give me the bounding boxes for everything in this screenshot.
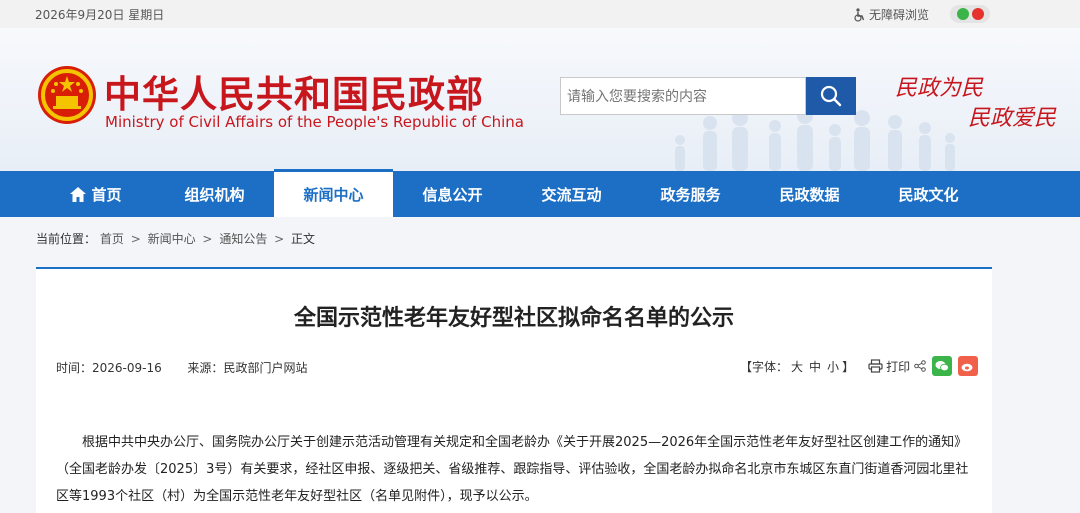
article-meta: 时间：2026-09-16 来源：民政部门户网站: [56, 359, 307, 376]
nav-home-label: 首页: [91, 185, 122, 204]
publish-time-value: 2026-09-16: [92, 361, 162, 375]
current-date: 2026年9月20日 星期日: [35, 8, 165, 22]
nav-organization-label: 组织机构: [184, 185, 245, 204]
breadcrumb-separator: >: [274, 232, 285, 246]
breadcrumb-news-center[interactable]: 新闻中心: [148, 232, 196, 246]
top-utility-bar: 2026年9月20日 星期日 无障碍浏览: [0, 0, 1080, 28]
national-emblem-icon: [38, 66, 96, 124]
breadcrumb-current: 正文: [291, 232, 316, 246]
breadcrumb-separator: >: [130, 232, 141, 246]
accessibility-link[interactable]: 无障碍浏览: [852, 6, 929, 23]
breadcrumb-prefix: 当前位置：: [36, 232, 97, 246]
nav-home[interactable]: 首页: [36, 171, 155, 217]
accessibility-label: 无障碍浏览: [869, 8, 930, 22]
nav-civil-culture[interactable]: 民政文化: [869, 171, 988, 217]
font-size-small[interactable]: 小: [827, 358, 839, 375]
search-input[interactable]: [560, 77, 806, 115]
share-icon[interactable]: [914, 360, 926, 372]
breadcrumb-home[interactable]: 首页: [100, 232, 124, 246]
article-tools: 【字体： 大 中 小 】 打印: [740, 356, 979, 376]
home-icon: [70, 186, 87, 202]
search-button[interactable]: [806, 77, 856, 115]
nav-news-center[interactable]: 新闻中心: [274, 169, 393, 217]
source-value: 民政部门户网站: [223, 361, 308, 375]
nav-information-disclosure[interactable]: 信息公开: [393, 171, 512, 217]
wechat-icon[interactable]: [956, 8, 969, 20]
nav-news-center-label: 新闻中心: [303, 186, 364, 204]
source-label: 来源：: [187, 361, 224, 375]
site-header: 中华人民共和国民政部 Ministry of Civil Affairs of …: [0, 28, 1080, 171]
nav-civil-data[interactable]: 民政数据: [750, 171, 869, 217]
font-size-medium[interactable]: 中: [809, 358, 821, 375]
nav-services-label: 政务服务: [660, 185, 721, 204]
nav-organization[interactable]: 组织机构: [155, 171, 274, 217]
ministry-title-cn: 中华人民共和国民政部: [104, 73, 484, 116]
breadcrumb-notices[interactable]: 通知公告: [219, 232, 267, 246]
article-title: 全国示范性老年友好型社区拟命名名单的公示: [293, 306, 734, 331]
search-icon: [820, 85, 842, 107]
share-group: [914, 356, 979, 376]
nav-data-label: 民政数据: [779, 185, 840, 204]
slogan-serve-people: 民政为民: [895, 76, 984, 101]
article-container: 全国示范性老年友好型社区拟命名名单的公示 时间：2026-09-16 来源：民政…: [36, 269, 992, 513]
wheelchair-icon: [854, 7, 865, 22]
print-button[interactable]: 打印: [868, 358, 910, 375]
publish-time-label: 时间：: [56, 361, 93, 375]
font-size-label: 【字体：: [740, 359, 789, 374]
nav-interaction-label: 交流互动: [541, 185, 602, 204]
print-label: 打印: [886, 359, 911, 374]
font-size-close: 】: [842, 359, 855, 374]
breadcrumb-separator: >: [202, 232, 213, 246]
nav-interaction[interactable]: 交流互动: [512, 171, 631, 217]
nav-government-services[interactable]: 政务服务: [631, 171, 750, 217]
slogan-love-people: 民政爱民: [968, 106, 1057, 131]
wechat-share-icon[interactable]: [932, 356, 953, 376]
article-body-paragraph: 根据中共中央办公厅、国务院办公厅关于创建示范活动管理有关规定和全国老龄办《关于开…: [56, 435, 969, 504]
nav-culture-label: 民政文化: [898, 185, 959, 204]
ministry-title-en: Ministry of Civil Affairs of the People'…: [105, 113, 524, 131]
weibo-icon[interactable]: [971, 8, 984, 20]
social-links: [950, 5, 990, 23]
font-size-large[interactable]: 大: [791, 358, 803, 375]
nav-information-label: 信息公开: [422, 185, 483, 204]
weibo-share-icon[interactable]: [958, 356, 979, 376]
breadcrumb: 当前位置： 首页 > 新闻中心 > 通知公告 > 正文: [36, 230, 315, 247]
printer-icon: [868, 359, 883, 373]
main-navigation: 首页 组织机构 新闻中心 信息公开 交流互动 政务服务 民政数据 民政文化: [0, 169, 1080, 217]
